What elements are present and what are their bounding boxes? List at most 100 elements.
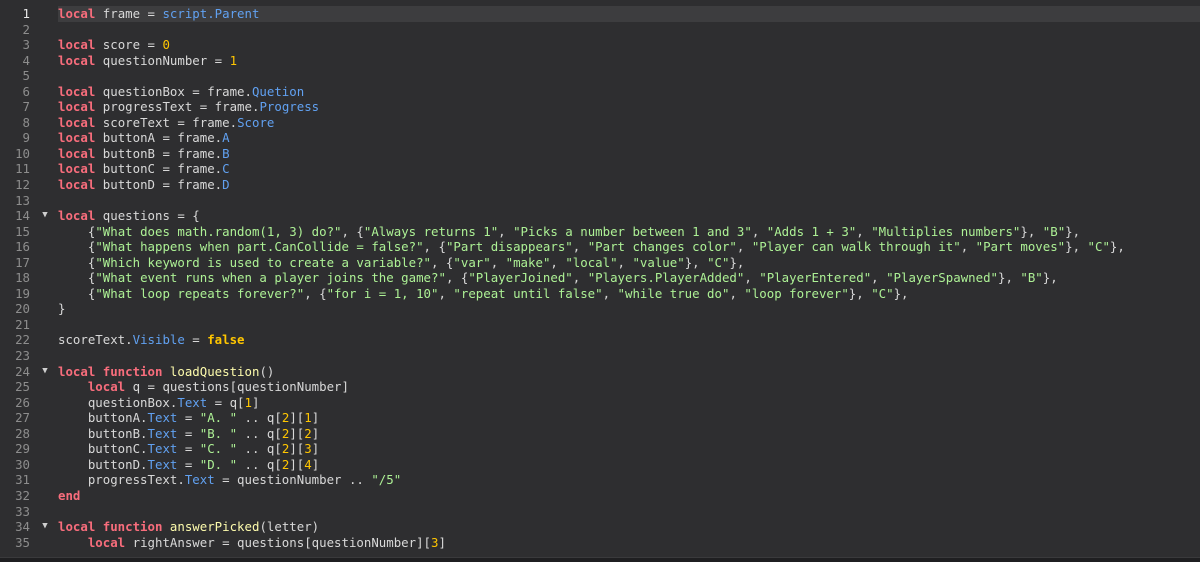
code-text[interactable]: local score = 0 <box>58 37 1200 53</box>
code-token-num: 1 <box>244 394 252 410</box>
code-line[interactable]: 14 ▼ local questions = { <box>0 208 1200 224</box>
code-text[interactable] <box>58 317 1200 333</box>
code-line[interactable]: 7 local progressText = frame.Progress <box>0 99 1200 115</box>
code-line[interactable]: 13 <box>0 193 1200 209</box>
code-text[interactable]: {"What event runs when a player joins th… <box>58 270 1200 286</box>
code-text[interactable]: local q = questions[questionNumber] <box>58 379 1200 395</box>
code-line[interactable]: 11 local buttonC = frame.C <box>0 161 1200 177</box>
code-line[interactable]: 20} <box>0 301 1200 317</box>
code-text[interactable]: local questions = { <box>58 208 1200 224</box>
code-token-prop: Visible <box>132 332 185 348</box>
code-text[interactable]: {"What loop repeats forever?", {"for i =… <box>58 286 1200 302</box>
code-text[interactable] <box>58 504 1200 520</box>
code-token-prop: Text <box>147 456 178 472</box>
code-token-kw: local <box>58 37 96 53</box>
code-token-plain: ] <box>311 410 320 426</box>
code-text[interactable]: local frame = script.Parent <box>58 6 1200 22</box>
code-token-kw: end <box>58 487 81 503</box>
code-line[interactable]: 1 local frame = script.Parent <box>0 6 1200 22</box>
code-line[interactable]: 12 local buttonD = frame.D <box>0 177 1200 193</box>
code-line[interactable]: 4 local questionNumber = 1 <box>0 53 1200 69</box>
code-line[interactable]: 15 {"What does math.random(1, 3) do?", {… <box>0 224 1200 240</box>
code-token-plain: ][ <box>289 456 305 472</box>
code-line[interactable]: 6 local questionBox = frame.Quetion <box>0 84 1200 100</box>
code-line[interactable]: 10 local buttonB = frame.B <box>0 146 1200 162</box>
code-line[interactable]: 29 buttonC.Text = "C. " .. q[2][3] <box>0 441 1200 457</box>
code-token-str: "Part changes color" <box>587 239 737 255</box>
code-token-plain: ] <box>251 394 260 410</box>
code-line[interactable]: 27 buttonA.Text = "A. " .. q[2][1] <box>0 410 1200 426</box>
code-line[interactable]: 25 local q = questions[questionNumber] <box>0 379 1200 395</box>
code-line[interactable]: 35 local rightAnswer = questions[questio… <box>0 535 1200 551</box>
code-token-plain: ] <box>311 425 320 441</box>
code-token-plain: = <box>184 332 208 348</box>
code-text[interactable]: local buttonD = frame.D <box>58 177 1200 193</box>
code-text[interactable]: local questionNumber = 1 <box>58 53 1200 69</box>
code-text[interactable]: local function loadQuestion() <box>58 364 1200 380</box>
code-line[interactable]: 2 <box>0 22 1200 38</box>
code-line[interactable]: 8 local scoreText = frame.Score <box>0 115 1200 131</box>
script-editor[interactable]: 1 local frame = script.Parent 2 3 local sco… <box>0 0 1200 562</box>
code-text[interactable]: local progressText = frame.Progress <box>58 99 1200 115</box>
code-token-plain: ] <box>311 456 320 472</box>
code-line[interactable]: 34 ▼ local function answerPicked(letter) <box>0 519 1200 535</box>
code-line[interactable]: 33 <box>0 504 1200 520</box>
code-text[interactable] <box>58 193 1200 209</box>
code-line[interactable]: 16 {"What happens when part.CanCollide =… <box>0 239 1200 255</box>
code-text[interactable]: progressText.Text = questionNumber .. "/… <box>58 472 1200 488</box>
code-text[interactable]: questionBox.Text = q[1] <box>58 395 1200 411</box>
code-line[interactable]: 22 scoreText.Visible = false <box>0 332 1200 348</box>
code-text[interactable]: local function answerPicked(letter) <box>58 519 1200 535</box>
code-text[interactable]: buttonC.Text = "C. " .. q[2][3] <box>58 441 1200 457</box>
code-text[interactable]: local scoreText = frame.Score <box>58 115 1200 131</box>
code-text[interactable]: local buttonB = frame.B <box>58 146 1200 162</box>
code-text[interactable]: scoreText.Visible = false <box>58 332 1200 348</box>
code-line[interactable]: 23 <box>0 348 1200 364</box>
code-lines[interactable]: 1 local frame = script.Parent 2 3 local sco… <box>0 6 1200 550</box>
code-token-plain: .. q[ <box>237 456 282 472</box>
code-token-plain: progressText = frame. <box>95 99 260 115</box>
code-text[interactable]: {"What happens when part.CanCollide = fa… <box>58 239 1200 255</box>
code-line[interactable]: 31 progressText.Text = questionNumber ..… <box>0 472 1200 488</box>
code-token-str: "What loop repeats forever?" <box>95 285 305 301</box>
code-text[interactable]: local buttonA = frame.A <box>58 130 1200 146</box>
line-number: 6 <box>22 83 30 99</box>
fold-toggle-icon[interactable]: ▼ <box>40 364 50 380</box>
code-text[interactable]: local rightAnswer = questions[questionNu… <box>58 535 1200 551</box>
code-text[interactable]: {"What does math.random(1, 3) do?", {"Al… <box>58 224 1200 240</box>
code-text[interactable]: } <box>58 301 1200 317</box>
code-text[interactable]: buttonD.Text = "D. " .. q[2][4] <box>58 457 1200 473</box>
code-token-str: "What event runs when a player joins the… <box>95 270 446 286</box>
line-number: 35 <box>15 534 30 550</box>
code-line[interactable]: 32 end <box>0 488 1200 504</box>
code-line[interactable]: 24 ▼ local function loadQuestion() <box>0 364 1200 380</box>
fold-toggle-icon[interactable]: ▼ <box>40 519 50 535</box>
code-text[interactable]: buttonA.Text = "A. " .. q[2][1] <box>58 410 1200 426</box>
code-line[interactable]: 26 questionBox.Text = q[1] <box>0 395 1200 411</box>
code-line[interactable]: 19 {"What loop repeats forever?", {"for … <box>0 286 1200 302</box>
code-text[interactable] <box>58 68 1200 84</box>
code-token-plain: , { <box>423 239 446 255</box>
code-line[interactable]: 28 buttonB.Text = "B. " .. q[2][2] <box>0 426 1200 442</box>
code-text[interactable] <box>58 22 1200 38</box>
line-number: 3 <box>22 37 30 53</box>
code-token-kw: local function <box>58 519 163 535</box>
code-line[interactable]: 9 local buttonA = frame.A <box>0 130 1200 146</box>
code-token-str: "Part disappears" <box>445 239 573 255</box>
code-line[interactable]: 21 <box>0 317 1200 333</box>
code-line[interactable]: 17 {"Which keyword is used to create a v… <box>0 255 1200 271</box>
code-text[interactable]: {"Which keyword is used to create a vari… <box>58 255 1200 271</box>
line-number: 29 <box>15 441 30 457</box>
fold-toggle-icon[interactable]: ▼ <box>40 208 50 224</box>
code-line[interactable]: 3 local score = 0 <box>0 37 1200 53</box>
code-text[interactable]: local questionBox = frame.Quetion <box>58 84 1200 100</box>
code-text[interactable]: local buttonC = frame.C <box>58 161 1200 177</box>
code-line[interactable]: 30 buttonD.Text = "D. " .. q[2][4] <box>0 457 1200 473</box>
code-line[interactable]: 18 {"What event runs when a player joins… <box>0 270 1200 286</box>
code-text[interactable] <box>58 348 1200 364</box>
code-text[interactable]: buttonB.Text = "B. " .. q[2][2] <box>58 426 1200 442</box>
code-line[interactable]: 5 <box>0 68 1200 84</box>
code-token-plain: frame = <box>95 6 163 21</box>
code-text[interactable]: end <box>58 488 1200 504</box>
